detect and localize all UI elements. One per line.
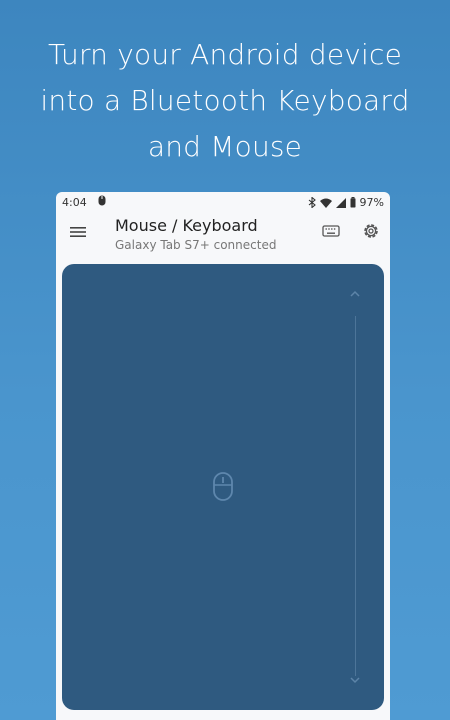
- status-time: 4:04: [62, 196, 87, 209]
- mouse-icon: [212, 472, 234, 502]
- touchpad-area[interactable]: [62, 264, 384, 710]
- page-title: Mouse / Keyboard: [115, 216, 258, 235]
- battery-icon: [350, 197, 356, 208]
- chevron-down-icon[interactable]: [348, 672, 362, 686]
- headline-line-2: into a Bluetooth Keyboard: [40, 84, 410, 117]
- phone-screen: 4:04 97% Mouse / Keyboard Galaxy Tab S7+…: [56, 192, 390, 720]
- gear-icon[interactable]: [361, 221, 381, 241]
- connection-status: Galaxy Tab S7+ connected: [115, 238, 277, 252]
- keyboard-icon[interactable]: [322, 222, 340, 240]
- mouse-notification-icon: [98, 195, 106, 206]
- menu-icon[interactable]: [70, 224, 86, 240]
- status-right: 97%: [308, 196, 384, 209]
- status-bar: 4:04 97%: [56, 192, 390, 214]
- signal-icon: [335, 197, 346, 208]
- app-bar: Mouse / Keyboard Galaxy Tab S7+ connecte…: [56, 214, 390, 256]
- bluetooth-icon: [308, 197, 316, 208]
- chevron-up-icon[interactable]: [348, 286, 362, 300]
- headline-line-1: Turn your Android device: [47, 38, 403, 71]
- headline-line-3: and Mouse: [147, 130, 303, 163]
- scroll-track[interactable]: [355, 316, 356, 676]
- headline: Turn your Android device into a Bluetoot…: [0, 32, 450, 170]
- wifi-icon: [319, 198, 332, 208]
- battery-percent: 97%: [359, 196, 384, 209]
